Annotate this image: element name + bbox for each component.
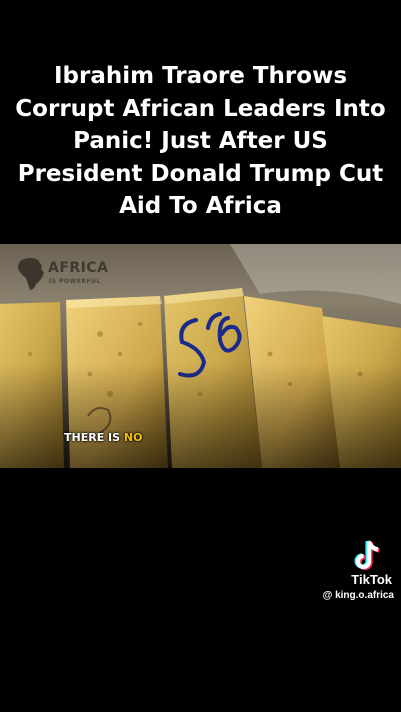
headline: Ibrahim Traore Throws Corrupt African Le… <box>0 60 401 223</box>
watermark-title: AFRICA <box>48 260 109 276</box>
headline-line-2: Corrupt African Leaders Into <box>15 95 386 122</box>
tiktok-watermark: TikTok @ king.o.africa <box>312 538 398 608</box>
video-frame[interactable]: AFRICA IS POWERFUL THERE IS NO <box>0 244 401 468</box>
africa-map-icon <box>18 258 44 290</box>
headline-line-3: Panic! Just After US <box>73 128 328 154</box>
africa-watermark: AFRICA IS POWERFUL <box>16 256 136 292</box>
video-caption: THERE IS NO <box>64 431 142 444</box>
headline-line-5: Aid To Africa <box>119 193 282 219</box>
headline-line-4: President Donald Trump Cut <box>17 160 384 187</box>
tiktok-label: TikTok <box>351 572 392 587</box>
headline-line-1: Ibrahim Traore Throws <box>53 63 348 89</box>
caption-text: THERE IS <box>64 431 124 444</box>
caption-highlight: NO <box>123 431 143 444</box>
tiktok-handle[interactable]: @ king.o.africa <box>323 590 394 601</box>
tiktok-icon <box>354 540 380 571</box>
watermark-subtitle: IS POWERFUL <box>49 278 101 285</box>
